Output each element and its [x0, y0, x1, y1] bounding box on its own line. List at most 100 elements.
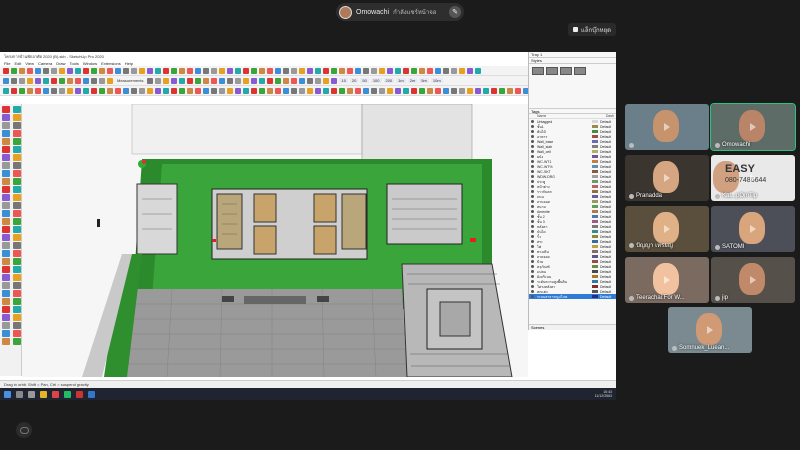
play-icon[interactable] — [707, 326, 713, 334]
toolbar-tool-icon[interactable] — [275, 67, 281, 74]
toolbar-tool-icon[interactable] — [107, 77, 113, 84]
tag-dash[interactable]: Default — [600, 290, 614, 294]
tag-color-swatch[interactable] — [592, 215, 598, 218]
toolbar-tool-icon[interactable] — [267, 77, 274, 84]
participant-tile[interactable]: ปัญญา เหรยญ — [625, 206, 709, 252]
tool-icon[interactable] — [2, 162, 10, 169]
style-thumbnail[interactable] — [574, 67, 586, 75]
tag-dash[interactable]: Default — [600, 220, 614, 224]
tag-color-swatch[interactable] — [592, 185, 598, 188]
tool-icon[interactable] — [2, 314, 10, 321]
visibility-icon[interactable] — [531, 140, 534, 143]
tag-dash[interactable]: Default — [600, 165, 614, 169]
visibility-icon[interactable] — [531, 160, 534, 163]
tag-row[interactable]: Wall_base Default — [529, 139, 616, 144]
visibility-icon[interactable] — [531, 235, 534, 238]
tool-icon[interactable] — [13, 250, 21, 257]
tag-color-swatch[interactable] — [592, 260, 598, 263]
visibility-icon[interactable] — [531, 280, 534, 283]
toolbar-tool-icon[interactable] — [83, 77, 89, 84]
tool-icon[interactable] — [13, 290, 21, 297]
toolbar-tool-icon[interactable] — [299, 87, 305, 94]
toolbar-tool-icon[interactable] — [227, 77, 234, 84]
scale-button[interactable]: 100 — [370, 78, 382, 83]
toolbar-tool-icon[interactable] — [51, 77, 57, 84]
tag-dash[interactable]: Default — [600, 140, 614, 144]
tool-icon[interactable] — [2, 146, 10, 153]
toolbar-tool-icon[interactable] — [19, 67, 25, 74]
tag-dash[interactable]: Default — [600, 295, 614, 299]
toolbar-tool-icon[interactable] — [299, 67, 305, 74]
tag-dash[interactable]: Default — [600, 240, 614, 244]
visibility-icon[interactable] — [531, 150, 534, 153]
toolbar-tool-icon[interactable] — [443, 67, 449, 74]
tag-color-swatch[interactable] — [592, 170, 598, 173]
toolbar-tool-icon[interactable] — [459, 87, 465, 94]
toolbar-tool-icon[interactable] — [355, 87, 361, 94]
toolbar-tool-icon[interactable] — [251, 67, 257, 74]
toolbar-tool-icon[interactable] — [331, 87, 337, 94]
tool-icon[interactable] — [2, 330, 10, 337]
visibility-icon[interactable] — [531, 275, 534, 278]
toolbar-tool-icon[interactable] — [43, 67, 49, 74]
visibility-icon[interactable] — [531, 205, 534, 208]
visibility-icon[interactable] — [531, 240, 534, 243]
toolbar-tool-icon[interactable] — [67, 67, 73, 74]
play-icon[interactable] — [664, 276, 670, 284]
tag-color-swatch[interactable] — [592, 245, 598, 248]
app-icon[interactable] — [88, 390, 95, 398]
visibility-icon[interactable] — [531, 135, 534, 138]
tag-dash[interactable]: Default — [600, 255, 614, 259]
toolbar-tool-icon[interactable] — [451, 87, 457, 94]
toolbar-tool-icon[interactable] — [155, 77, 162, 84]
play-icon[interactable] — [664, 174, 670, 182]
toolbar-tool-icon[interactable] — [195, 87, 201, 94]
tag-color-swatch[interactable] — [592, 285, 598, 288]
tool-icon[interactable] — [13, 202, 21, 209]
toolbar-tool-icon[interactable] — [235, 67, 241, 74]
tool-icon[interactable] — [13, 162, 21, 169]
toolbar-tool-icon[interactable] — [243, 67, 249, 74]
toolbar-tool-icon[interactable] — [59, 67, 65, 74]
toolbar-tool-icon[interactable] — [259, 77, 266, 84]
scale-button[interactable]: 10 — [339, 78, 348, 83]
chrome-icon[interactable] — [52, 390, 59, 398]
toolbar-tool-icon[interactable] — [419, 67, 425, 74]
tool-icon[interactable] — [2, 298, 10, 305]
tool-icon[interactable] — [2, 194, 10, 201]
toolbar-tool-icon[interactable] — [19, 77, 25, 84]
toolbar-tool-icon[interactable] — [147, 87, 153, 94]
toolbar-tool-icon[interactable] — [211, 87, 217, 94]
line-icon[interactable] — [64, 390, 71, 398]
tag-dash[interactable]: Default — [600, 275, 614, 279]
toolbar-tool-icon[interactable] — [43, 77, 49, 84]
tag-dash[interactable]: Default — [600, 215, 614, 219]
menu-item[interactable]: Edit — [14, 61, 21, 66]
toolbar-tool-icon[interactable] — [243, 77, 250, 84]
tag-color-swatch[interactable] — [592, 220, 598, 223]
participant-tile[interactable]: Pranadda — [625, 155, 709, 201]
toolbar-tool-icon[interactable] — [227, 67, 233, 74]
toolbar-tool-icon[interactable] — [203, 67, 209, 74]
tool-icon[interactable] — [2, 338, 10, 345]
tag-color-swatch[interactable] — [592, 275, 598, 278]
toolbar-tool-icon[interactable] — [275, 87, 281, 94]
toolbar-tool-icon[interactable] — [275, 77, 282, 84]
toolbar-tool-icon[interactable] — [107, 67, 113, 74]
tag-dash[interactable]: Default — [600, 270, 614, 274]
toolbar-tool-icon[interactable] — [75, 77, 81, 84]
toolbar-tool-icon[interactable] — [251, 77, 258, 84]
tool-icon[interactable] — [13, 234, 21, 241]
toolbar-tool-icon[interactable] — [99, 77, 105, 84]
toolbar-tool-icon[interactable] — [123, 67, 129, 74]
tool-icon[interactable] — [2, 114, 10, 121]
toolbar-tool-icon[interactable] — [131, 87, 137, 94]
tag-color-swatch[interactable] — [592, 145, 598, 148]
tool-icon[interactable] — [2, 258, 10, 265]
tag-dash[interactable]: Default — [600, 175, 614, 179]
toolbar-tool-icon[interactable] — [331, 77, 338, 84]
visibility-icon[interactable] — [531, 180, 534, 183]
toolbar-tool-icon[interactable] — [379, 87, 385, 94]
presenter-banner[interactable]: Omowachi กำลังแชร์หน้าจอ ✎ — [336, 3, 464, 21]
toolbar-tool-icon[interactable] — [243, 87, 249, 94]
